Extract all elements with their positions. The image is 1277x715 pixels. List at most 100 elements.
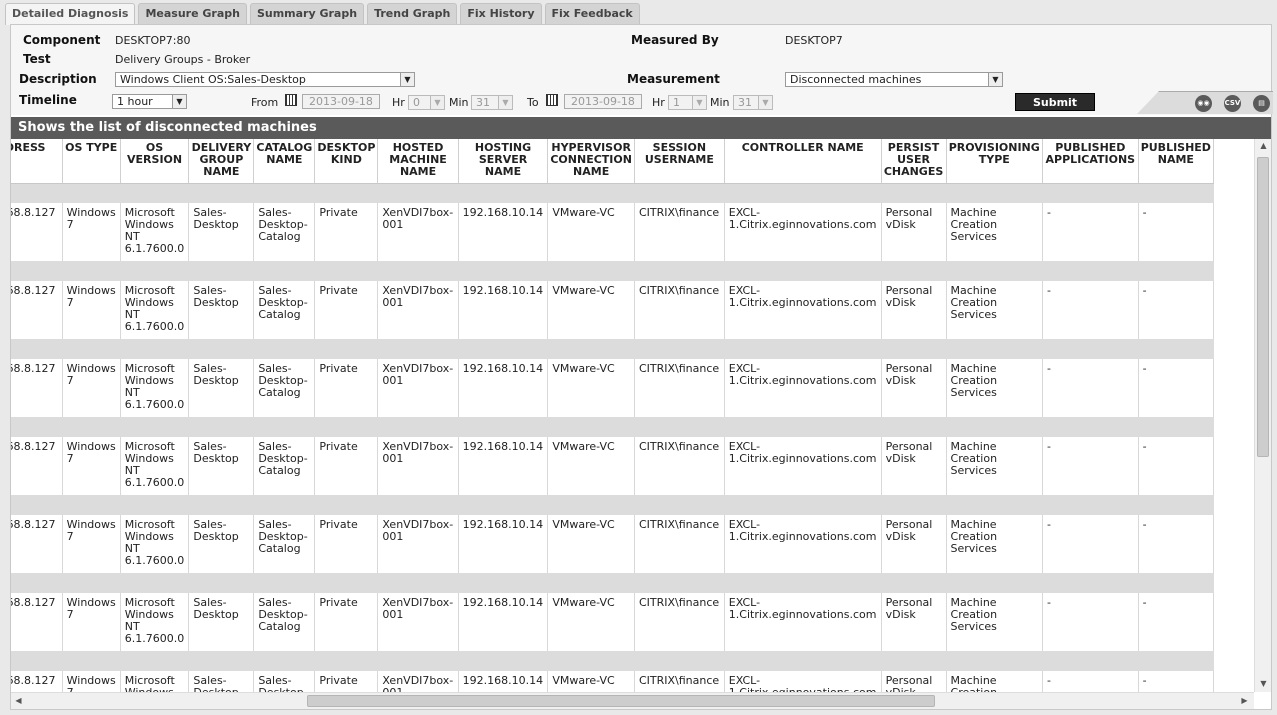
description-select[interactable]: Windows Client OS:Sales-Desktop ▼ xyxy=(115,72,415,87)
table-cell: Machine Creation Services xyxy=(946,515,1043,573)
table-cell: Microsoft Windows NT 6.1.7600.0 xyxy=(120,515,190,573)
table-cell: 192.168.10.14 xyxy=(458,515,549,573)
scroll-left-icon[interactable]: ◀ xyxy=(11,696,26,705)
row-separator-cell xyxy=(11,651,1214,671)
to-hour-select[interactable]: 1 ▼ xyxy=(668,95,707,110)
csv-export-icon[interactable]: CSV xyxy=(1224,95,1241,112)
table-cell: Microsoft Windows NT 6.1.7600.0 xyxy=(120,593,190,651)
column-header[interactable]: OS VERSION xyxy=(120,139,190,184)
tab-measure-graph[interactable]: Measure Graph xyxy=(138,3,247,24)
tab-fix-history[interactable]: Fix History xyxy=(460,3,542,24)
to-date-field[interactable]: 2013-09-18 xyxy=(564,94,642,109)
column-header[interactable]: HOSTED MACHINE NAME xyxy=(377,139,459,184)
measurement-label: Measurement xyxy=(627,72,720,86)
column-header[interactable]: DESKTOP KIND xyxy=(314,139,379,184)
table-cell: Sales-Desktop-Catalog xyxy=(253,437,316,495)
scroll-right-icon[interactable]: ▶ xyxy=(1237,696,1252,705)
table-cell: Microsoft Windows NT 6.1.7600.0 xyxy=(120,281,190,339)
table-cell: - xyxy=(1042,671,1139,692)
table-cell: - xyxy=(1138,359,1215,417)
table-cell: VMware-VC xyxy=(547,437,635,495)
to-min-label: Min xyxy=(710,96,730,109)
table-cell: Sales-Desktop-Catalog xyxy=(253,515,316,573)
table-cell: 192.168.10.14 xyxy=(458,437,549,495)
measured-by-value: DESKTOP7 xyxy=(785,34,843,47)
from-date-field[interactable]: 2013-09-18 xyxy=(302,94,380,109)
column-header[interactable]: PUBLISHED APPLICATIONS xyxy=(1042,139,1139,184)
chevron-down-icon: ▼ xyxy=(988,73,1002,86)
table-cell: Machine Creation Services xyxy=(946,671,1043,692)
table-cell: Microsoft Windows NT 6.1.7600.0 xyxy=(120,359,190,417)
from-label: From xyxy=(251,96,279,109)
column-header[interactable]: ADDRESS xyxy=(11,139,63,184)
measured-by-label: Measured By xyxy=(631,33,719,47)
to-calendar-icon[interactable] xyxy=(546,94,558,106)
column-header[interactable]: SESSION USERNAME xyxy=(634,139,725,184)
table-cell: - xyxy=(1042,281,1139,339)
row-separator-cell xyxy=(11,183,1214,203)
table-cell: Private xyxy=(314,281,379,339)
column-header[interactable]: HOSTING SERVER NAME xyxy=(458,139,549,184)
horizontal-scrollbar[interactable]: ◀ ▶ xyxy=(11,692,1254,709)
table-cell: Personal vDisk xyxy=(881,203,947,261)
horizontal-scroll-thumb[interactable] xyxy=(307,695,935,707)
timeline-select[interactable]: 1 hour ▼ xyxy=(112,94,187,109)
row-separator-cell xyxy=(11,417,1214,437)
column-header[interactable]: PERSIST USER CHANGES xyxy=(881,139,947,184)
table-cell: VMware-VC xyxy=(547,281,635,339)
tab-summary-graph[interactable]: Summary Graph xyxy=(249,3,365,24)
table-cell: Windows 7 xyxy=(62,359,121,417)
from-calendar-icon[interactable] xyxy=(285,94,297,106)
column-header[interactable]: DELIVERY GROUP NAME xyxy=(188,139,255,184)
table-cell: CITRIX\finance xyxy=(634,515,725,573)
row-separator-cell xyxy=(11,261,1214,281)
chevron-down-icon: ▼ xyxy=(692,96,706,109)
column-header[interactable]: CATALOG NAME xyxy=(253,139,316,184)
column-header[interactable]: HYPERVISOR CONNECTION NAME xyxy=(547,139,635,184)
results-table: ADDRESSOS TYPEOS VERSIONDELIVERY GROUP N… xyxy=(11,139,1215,692)
table-cell: EXCL-1.Citrix.eginnovations.com xyxy=(724,437,882,495)
table-cell: EXCL-1.Citrix.eginnovations.com xyxy=(724,203,882,261)
component-value: DESKTOP7:80 xyxy=(115,34,191,47)
tab-trend-graph[interactable]: Trend Graph xyxy=(367,3,458,24)
chevron-down-icon: ▼ xyxy=(758,96,772,109)
tab-fix-feedback[interactable]: Fix Feedback xyxy=(544,3,640,24)
vertical-scrollbar[interactable]: ▲ ▼ xyxy=(1254,139,1271,692)
table-cell: XenVDI7box-001 xyxy=(377,359,459,417)
chevron-down-icon: ▼ xyxy=(172,95,186,108)
chevron-down-icon: ▼ xyxy=(498,96,512,109)
filter-form: Component DESKTOP7:80 Test Delivery Grou… xyxy=(11,25,1273,115)
from-minute-select[interactable]: 31 ▼ xyxy=(471,95,513,110)
column-header[interactable]: OS TYPE xyxy=(62,139,121,184)
table-row: 192.168.8.127Windows 7Microsoft Windows … xyxy=(11,281,1215,339)
vertical-scroll-thumb[interactable] xyxy=(1257,157,1269,457)
row-separator-cell xyxy=(11,339,1214,359)
column-header[interactable]: PROVISIONING TYPE xyxy=(946,139,1043,184)
to-minute-select[interactable]: 31 ▼ xyxy=(733,95,773,110)
timeline-label: Timeline xyxy=(19,93,77,107)
column-header[interactable]: CONTROLLER NAME xyxy=(724,139,882,184)
from-hour-select[interactable]: 0 ▼ xyxy=(408,95,445,110)
row-separator xyxy=(11,573,1214,593)
row-separator xyxy=(11,417,1214,437)
table-cell: VMware-VC xyxy=(547,515,635,573)
table-cell: Sales-Desktop xyxy=(188,437,255,495)
tab-detailed-diagnosis[interactable]: Detailed Diagnosis xyxy=(5,3,136,25)
printer-icon[interactable]: ▤ xyxy=(1253,95,1270,112)
submit-button[interactable]: Submit xyxy=(1015,93,1095,111)
table-row: 192.168.8.127Windows 7Microsoft Windows … xyxy=(11,437,1215,495)
binoculars-icon[interactable]: ◉◉ xyxy=(1195,95,1212,112)
detailed-diagnosis-panel: Component DESKTOP7:80 Test Delivery Grou… xyxy=(10,24,1273,710)
table-cell: EXCL-1.Citrix.eginnovations.com xyxy=(724,671,882,692)
scroll-down-icon[interactable]: ▼ xyxy=(1256,679,1271,688)
test-label: Test xyxy=(23,52,51,66)
column-header[interactable]: PUBLISHED NAME xyxy=(1138,139,1215,184)
table-cell: 192.168.8.127 xyxy=(11,671,63,692)
measurement-select[interactable]: Disconnected machines ▼ xyxy=(785,72,1003,87)
table-cell: XenVDI7box-001 xyxy=(377,437,459,495)
table-cell: CITRIX\finance xyxy=(634,203,725,261)
to-label: To xyxy=(527,96,539,109)
table-cell: Machine Creation Services xyxy=(946,281,1043,339)
table-row: 192.168.8.127Windows 7Microsoft Windows … xyxy=(11,515,1215,573)
scroll-up-icon[interactable]: ▲ xyxy=(1256,141,1271,150)
